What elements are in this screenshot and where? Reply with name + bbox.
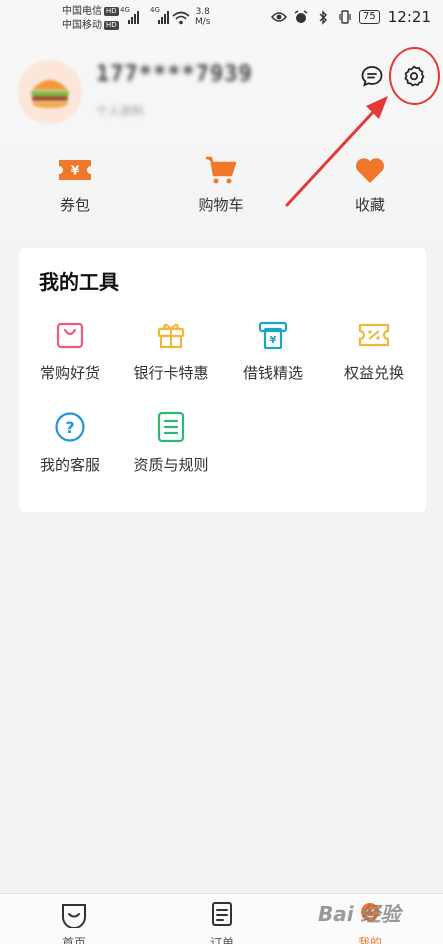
- user-phone: 177****7939: [96, 62, 253, 87]
- avatar[interactable]: [18, 60, 82, 124]
- status-bar: 中国电信 HD 中国移动 HD 4G 4G 3.8 M/s 75 12:21: [0, 0, 443, 36]
- quick-favorites[interactable]: 收藏: [315, 154, 425, 215]
- bluetooth-icon: [315, 9, 331, 25]
- quick-cart[interactable]: 购物车: [166, 154, 276, 215]
- network-speed: 3.8 M/s: [195, 7, 211, 27]
- carrier-1: 中国电信 HD: [62, 6, 119, 17]
- message-icon: [361, 66, 383, 87]
- svg-text:?: ?: [65, 418, 74, 437]
- quick-favorites-label: 收藏: [354, 196, 385, 214]
- tool-frequent-buys[interactable]: 常购好货: [20, 318, 120, 383]
- tool-rights-exchange[interactable]: 权益兑换: [324, 318, 424, 383]
- tool-label: 我的客服: [39, 456, 100, 474]
- shopping-bag-icon: [53, 318, 87, 352]
- atm-yuan-icon: ¥: [256, 318, 290, 352]
- tools-title: 我的工具: [39, 270, 119, 294]
- signal-2-icon: 4G: [150, 6, 169, 24]
- tool-label: 银行卡特惠: [133, 364, 209, 382]
- battery-indicator: 75: [359, 10, 380, 24]
- tool-customer-service[interactable]: ? 我的客服: [20, 410, 120, 475]
- heart-icon: [350, 154, 390, 186]
- gift-box-icon: [154, 318, 188, 352]
- coupon-ticket-icon: ¥: [55, 154, 95, 186]
- order-list-icon: [212, 902, 232, 926]
- wifi-icon: [172, 10, 190, 29]
- message-button[interactable]: [360, 64, 384, 88]
- annotation-circle: [389, 47, 440, 105]
- quick-coupon[interactable]: ¥ 券包: [20, 154, 130, 215]
- svg-text:¥: ¥: [71, 164, 80, 178]
- carrier-2: 中国移动 HD: [62, 20, 119, 31]
- alarm-icon: [293, 9, 309, 25]
- question-circle-icon: ?: [53, 410, 87, 444]
- tool-label: 常购好货: [39, 364, 100, 382]
- tools-card: 我的工具 常购好货 银行卡特惠 ¥ 借钱精选 权益兑换 ? 我的客服 资质与规则: [19, 248, 426, 512]
- vibrate-icon: [337, 9, 353, 25]
- profile-subtitle[interactable]: 个人资料: [96, 102, 144, 119]
- quick-cart-label: 购物车: [198, 196, 244, 214]
- profile-header: 177****7939 个人资料 ¥ 券包 购物车 收藏: [0, 36, 443, 246]
- nav-home-label: 首页: [61, 936, 86, 944]
- clock: 12:21: [387, 8, 431, 26]
- tool-bank-card-deals[interactable]: 银行卡特惠: [121, 318, 221, 383]
- signal-1-icon: 4G: [120, 6, 139, 24]
- percent-ticket-icon: [357, 318, 391, 352]
- burger-avatar-icon: [31, 80, 69, 108]
- document-list-icon: [154, 410, 188, 444]
- nav-orders-label: 订单: [209, 936, 234, 944]
- nav-home[interactable]: 首页: [34, 900, 114, 944]
- nav-orders[interactable]: 订单: [182, 900, 262, 944]
- tool-loan-picks[interactable]: ¥ 借钱精选: [223, 318, 323, 383]
- quick-coupon-label: 券包: [59, 196, 90, 214]
- watermark: Bai 经验: [318, 902, 401, 926]
- tool-label: 资质与规则: [133, 456, 209, 474]
- eye-icon: [271, 9, 288, 25]
- tool-label: 权益兑换: [343, 364, 404, 382]
- tool-qualifications-rules[interactable]: 资质与规则: [121, 410, 221, 475]
- nav-me-label: 我的: [357, 936, 382, 944]
- tool-label: 借钱精选: [242, 364, 303, 382]
- svg-text:¥: ¥: [270, 335, 277, 346]
- home-smile-icon: [62, 904, 86, 929]
- shopping-cart-icon: [201, 154, 241, 186]
